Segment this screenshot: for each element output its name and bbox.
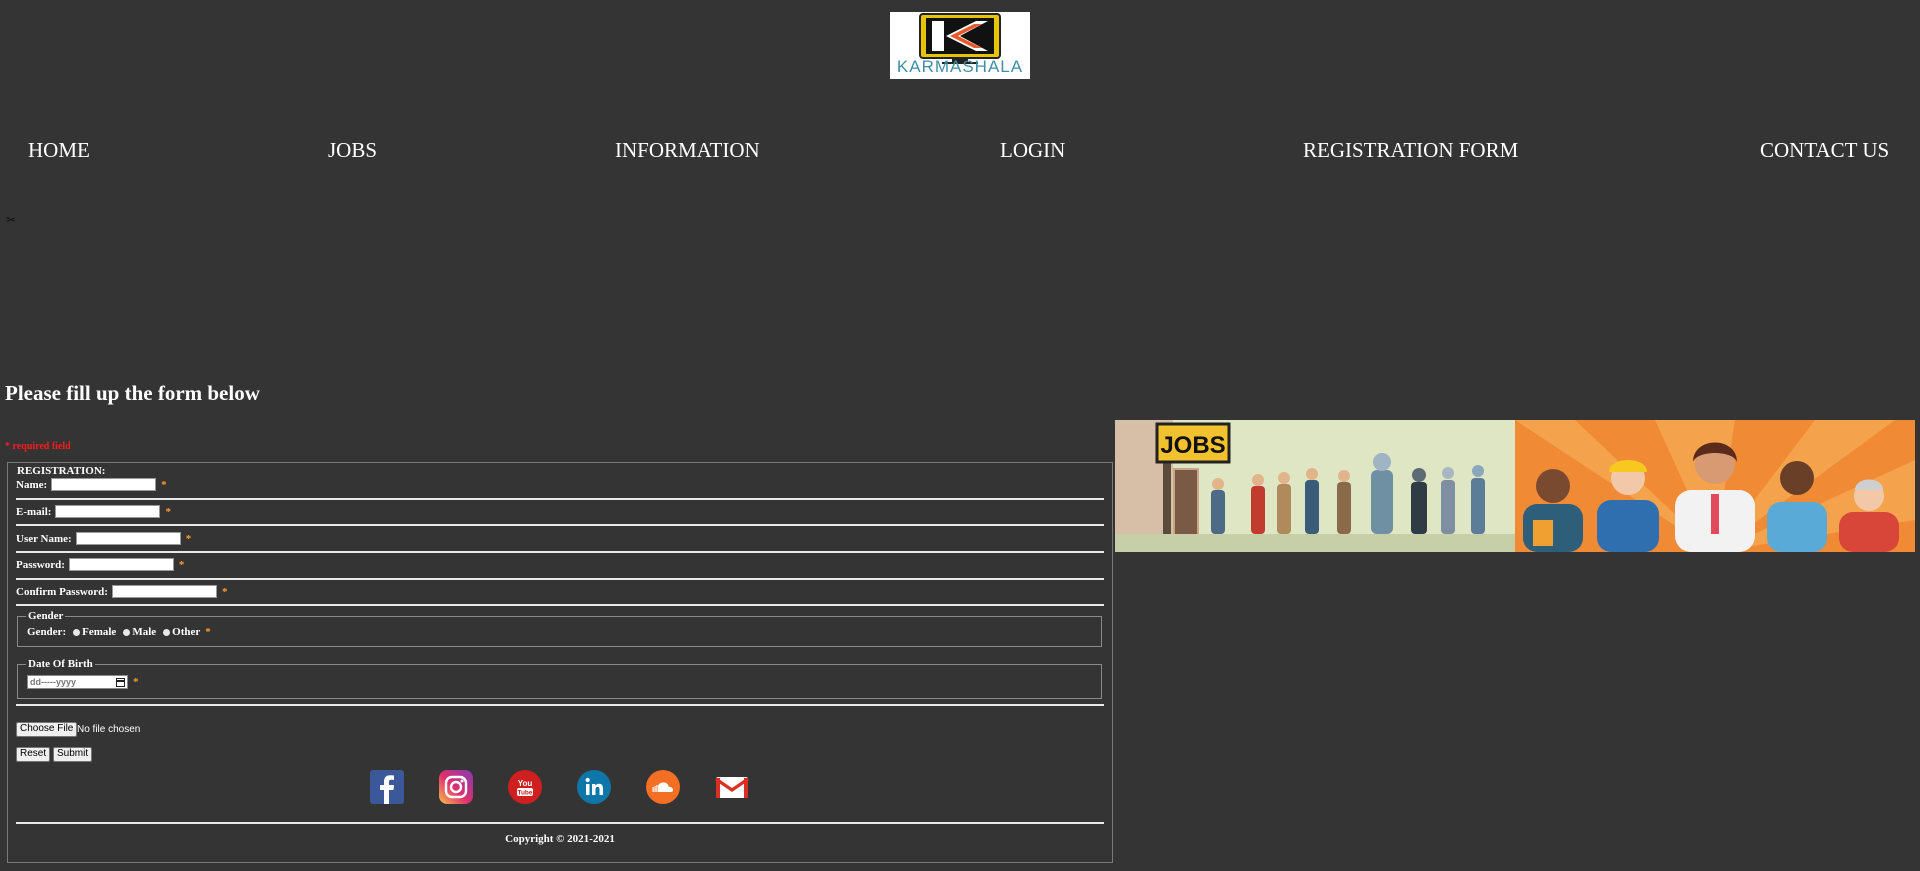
date-of-birth-input[interactable]: dd-----yyyy: [27, 675, 128, 689]
svg-text:Tube: Tube: [517, 790, 532, 797]
nav-registration-form[interactable]: REGISTRATION FORM: [1303, 138, 1518, 163]
male-radio[interactable]: [123, 628, 131, 636]
soundcloud-icon[interactable]: [646, 770, 680, 804]
banner-sign-text: JOBS: [1160, 432, 1225, 459]
password-row: Password: *: [16, 558, 184, 571]
divider: [16, 604, 1104, 606]
jobs-banner-image: JOBS: [1115, 420, 1915, 552]
copyright-text: Copyright © 2021-2021: [505, 833, 615, 845]
choose-file-button[interactable]: Choose File: [16, 722, 78, 737]
date-placeholder: dd-----yyyy: [30, 677, 77, 687]
reset-button[interactable]: Reset: [16, 747, 51, 762]
dob-row: dd-----yyyy *: [27, 675, 139, 689]
required-field-note: * required field: [5, 441, 71, 452]
nav-jobs[interactable]: JOBS: [328, 138, 377, 163]
nav-information[interactable]: INFORMATION: [615, 138, 760, 163]
divider: [16, 551, 1104, 553]
confirm-password-row: Confirm Password: *: [16, 585, 227, 598]
nav-home[interactable]: HOME: [28, 138, 90, 163]
dob-fieldset: [17, 664, 1102, 699]
gender-legend: Gender: [26, 610, 66, 622]
email-label: E-mail:: [16, 505, 52, 518]
confirm-password-input[interactable]: [111, 585, 217, 598]
gender-row: Gender: Female Male Other *: [27, 626, 211, 638]
name-row: Name: *: [16, 478, 167, 491]
divider: [16, 704, 1104, 706]
other-radio[interactable]: [163, 628, 171, 636]
file-status: No file chosen: [77, 724, 141, 735]
username-row: User Name: *: [16, 532, 191, 545]
submit-button[interactable]: Submit: [53, 747, 93, 762]
female-radio[interactable]: [73, 628, 81, 636]
required-star: *: [165, 505, 171, 518]
main-nav: HOME JOBS INFORMATION LOGIN REGISTRATION…: [0, 138, 1920, 168]
site-logo: KARMASHALA: [890, 12, 1030, 79]
nav-login[interactable]: LOGIN: [1000, 138, 1065, 163]
female-option-label: Female: [82, 626, 117, 638]
password-input[interactable]: [68, 558, 174, 571]
calendar-icon[interactable]: [116, 677, 125, 687]
gmail-icon[interactable]: [715, 770, 749, 804]
linkedin-icon[interactable]: [577, 770, 611, 804]
other-option-label: Other: [172, 626, 201, 638]
divider: [16, 578, 1104, 580]
required-star: *: [221, 585, 228, 598]
confirm-password-label: Confirm Password:: [16, 585, 108, 598]
email-input[interactable]: [55, 505, 161, 518]
password-label: Password:: [16, 558, 65, 571]
logo-text: KARMASHALA: [896, 57, 1024, 76]
required-star: *: [185, 532, 192, 545]
email-row: E-mail: *: [16, 505, 171, 518]
required-star: *: [161, 478, 167, 491]
instagram-icon[interactable]: [439, 770, 473, 804]
form-legend: REGISTRATION:: [17, 465, 106, 477]
nav-contact-us[interactable]: CONTACT US: [1760, 138, 1889, 163]
divider: [16, 498, 1104, 500]
divider: [16, 524, 1104, 526]
name-label: Name:: [16, 478, 48, 491]
required-star: *: [178, 558, 185, 571]
username-input[interactable]: [75, 532, 181, 545]
footer-divider: [16, 822, 1104, 824]
username-label: User Name:: [16, 532, 72, 545]
facebook-icon[interactable]: [370, 770, 404, 804]
page-title: Please fill up the form below: [5, 381, 260, 405]
name-input[interactable]: [51, 478, 157, 491]
registration-form: [7, 462, 1113, 863]
male-option-label: Male: [132, 626, 157, 638]
required-star: *: [205, 626, 211, 638]
broken-image-icon: ✂: [6, 213, 17, 227]
gender-label: Gender:: [27, 626, 67, 638]
dob-legend: Date Of Birth: [26, 658, 95, 670]
svg-text:You: You: [518, 779, 533, 788]
required-star: *: [133, 676, 139, 688]
youtube-icon[interactable]: You Tube: [508, 770, 542, 804]
